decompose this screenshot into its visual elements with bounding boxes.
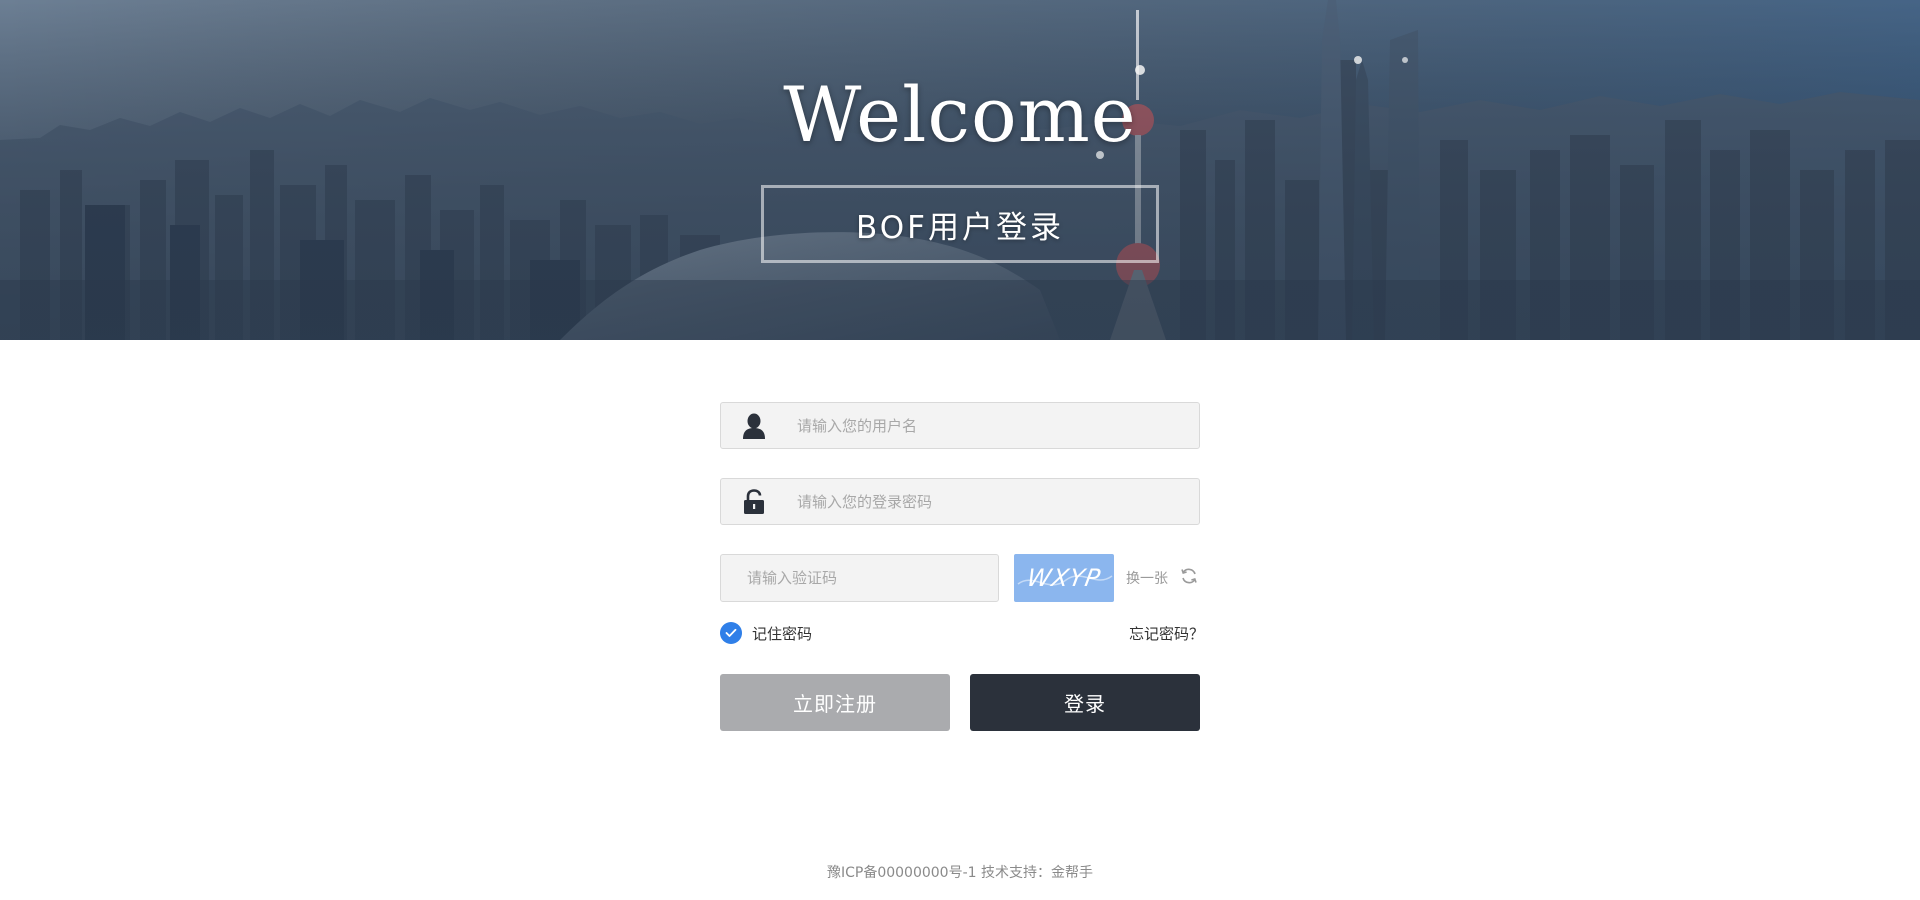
register-button[interactable]: 立即注册 [720, 674, 950, 731]
action-buttons: 立即注册 登录 [720, 674, 1200, 731]
remember-password-checkbox[interactable]: 记住密码 [720, 622, 812, 644]
refresh-icon [1180, 567, 1198, 589]
login-button[interactable]: 登录 [970, 674, 1200, 731]
hero-banner: Welcome BOF用户登录 [0, 0, 1920, 340]
captcha-input[interactable] [745, 555, 990, 601]
refresh-captcha-button[interactable]: 换一张 [1126, 554, 1198, 602]
footer-copyright: 豫ICP备00000000号-1 技术支持：金帮手 [826, 865, 1093, 881]
captcha-field [720, 554, 999, 602]
captcha-image[interactable]: WXYP [1014, 554, 1114, 602]
login-heading: BOF用户登录 [856, 209, 1064, 246]
lock-icon [741, 479, 767, 524]
city-skyline-image [0, 0, 1920, 340]
captcha-row: WXYP 换一张 [720, 554, 1200, 602]
options-row: 记住密码 忘记密码？ [720, 622, 1204, 646]
captcha-text: WXYP [1024, 564, 1104, 592]
username-input[interactable] [795, 403, 1185, 448]
user-icon [741, 403, 767, 448]
forgot-password-link[interactable]: 忘记密码？ [1129, 622, 1204, 646]
password-input[interactable] [795, 479, 1185, 524]
password-field [720, 478, 1200, 525]
refresh-captcha-label: 换一张 [1126, 571, 1168, 587]
login-form: WXYP 换一张 记住密码 忘记密码？ 立即 [720, 402, 1204, 731]
remember-password-label: 记住密码 [752, 624, 813, 643]
login-heading-box: BOF用户登录 [761, 185, 1159, 263]
checkbox-checked-icon [720, 622, 742, 644]
welcome-title: Welcome [783, 70, 1137, 159]
username-field [720, 402, 1200, 449]
